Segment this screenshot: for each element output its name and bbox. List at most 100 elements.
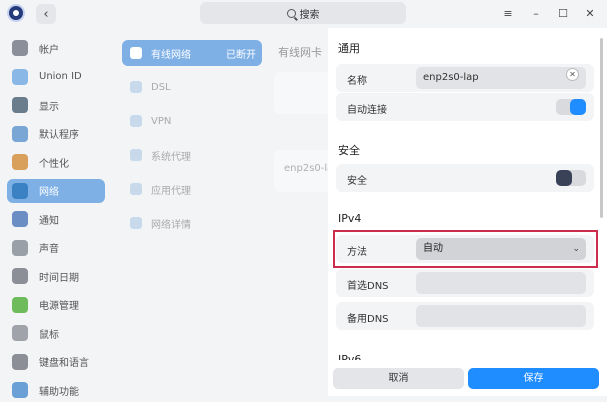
sidebar-item-label: 键盘和语言 [39, 358, 89, 369]
system-proxy-icon [130, 149, 142, 161]
sidebar-item[interactable]: 时间日期 [7, 264, 105, 288]
network-item[interactable]: 应用代理 [122, 176, 262, 202]
title-bar: ‹ 搜索 ≡ – ☐ ✕ [0, 0, 607, 28]
network-item-label: 系统代理 [151, 151, 191, 163]
security-toggle[interactable] [556, 170, 586, 186]
network-item[interactable]: 网络详情 [122, 210, 262, 236]
search-icon [286, 8, 296, 18]
power-icon [12, 296, 28, 313]
network-item-label: 有线网络 [151, 49, 191, 61]
network-item[interactable]: 有线网络 已断开 [122, 40, 262, 66]
sidebar-item-label: 显示 [39, 101, 59, 113]
sidebar-item-label: 电源管理 [39, 301, 79, 312]
sidebar-item-label: 时间日期 [39, 272, 79, 284]
maximize-icon: ☐ [558, 6, 568, 20]
autoconnect-label: 自动连接 [347, 105, 387, 116]
scrollbar[interactable] [600, 38, 603, 218]
sidebar-item-label: 网络 [39, 187, 59, 198]
palette-icon [12, 154, 28, 170]
app-logo-icon [7, 4, 25, 22]
monitor-icon [12, 97, 28, 113]
wired-icon [130, 47, 142, 59]
network-icon [12, 182, 28, 199]
close-icon: ✕ [585, 6, 595, 20]
menu-button[interactable]: ≡ [499, 5, 517, 21]
back-button[interactable]: ‹ [36, 4, 56, 24]
menu-icon: ≡ [503, 6, 513, 20]
maximize-button[interactable]: ☐ [554, 5, 572, 21]
sidebar-item[interactable]: 个性化 [7, 150, 105, 174]
name-input[interactable]: enp2s0-lap [416, 67, 586, 89]
sidebar-item-label: 声音 [39, 244, 59, 255]
dns1-input[interactable] [416, 272, 586, 294]
settings-sidebar: 帐户 Union ID 显示默认程序个性化网络通知声音时间日期电源管理鼠标键盘和语言… [0, 32, 112, 398]
sidebar-item[interactable]: 默认程序 [7, 122, 105, 146]
security-label: 安全 [347, 176, 367, 187]
network-item-label: VPN [151, 115, 172, 127]
chevron-left-icon: ‹ [43, 6, 49, 22]
name-label: 名称 [347, 76, 367, 87]
dns1-label: 首选DNS [347, 281, 389, 292]
sidebar-item[interactable]: 网络 [7, 178, 105, 203]
wired-title: 有线网卡 [278, 46, 322, 59]
general-section-title: 通用 [338, 42, 360, 55]
network-item[interactable]: DSL [122, 74, 262, 100]
sidebar-item-label: 通知 [39, 215, 59, 227]
sidebar-item[interactable]: 显示 [7, 93, 105, 117]
dns2-label: 备用DNS [347, 314, 389, 325]
dns2-row: 备用DNS [336, 302, 594, 330]
method-highlight-box [333, 230, 598, 268]
name-row: 名称 enp2s0-lap ✕ [336, 64, 594, 92]
mouse-icon [12, 325, 28, 341]
vpn-icon [130, 115, 142, 127]
search-box[interactable]: 搜索 [200, 2, 406, 24]
network-item-label: 应用代理 [151, 185, 191, 197]
toggle-knob [556, 170, 572, 186]
network-item-label: DSL [151, 81, 171, 93]
sidebar-item[interactable]: 电源管理 [7, 293, 105, 317]
sidebar-item[interactable]: 声音 [7, 236, 105, 260]
sidebar-item[interactable]: 帐户 [7, 36, 105, 60]
connection-status: 已断开 [226, 49, 256, 61]
sidebar-item[interactable]: 鼠标 [7, 321, 105, 345]
minimize-button[interactable]: – [527, 5, 545, 21]
network-item-label: 网络详情 [151, 219, 191, 231]
default-apps-icon [12, 125, 28, 142]
dns2-input[interactable] [416, 305, 586, 327]
save-button[interactable]: 保存 [468, 368, 599, 389]
autoconnect-row: 自动连接 [336, 93, 594, 121]
sidebar-item[interactable]: 键盘和语言 [7, 350, 105, 374]
cloud-icon [12, 68, 28, 85]
clock-icon [12, 268, 28, 284]
network-panel: 有线网络 已断开 DSL VPN 系统代理应用代理网络详情 [118, 32, 266, 396]
sidebar-item[interactable]: 通知 [7, 207, 105, 231]
sidebar-item-label: 帐户 [39, 44, 59, 56]
cancel-button[interactable]: 取消 [333, 368, 464, 389]
keyboard-icon [12, 353, 28, 370]
minimize-icon: – [533, 6, 539, 20]
sidebar-item-label: 辅助功能 [39, 386, 79, 398]
network-item[interactable]: 系统代理 [122, 142, 262, 168]
app-proxy-icon [130, 183, 142, 195]
sidebar-item-label: Union ID [39, 71, 82, 82]
notification-icon [12, 211, 28, 227]
network-details-icon [130, 217, 142, 229]
sidebar-item[interactable]: Union ID [7, 65, 105, 89]
sound-icon [12, 239, 28, 256]
dsl-icon [130, 81, 142, 93]
sidebar-item-label: 鼠标 [39, 329, 59, 341]
close-button[interactable]: ✕ [581, 5, 599, 21]
user-icon [12, 40, 28, 56]
connection-settings-panel: 通用 名称 enp2s0-lap ✕ 自动连接 安全 安全 IPv4 方法 自动… [328, 28, 607, 396]
security-section-title: 安全 [338, 144, 360, 157]
clear-icon[interactable]: ✕ [566, 68, 579, 81]
ipv6-section-title: IPv6 [338, 353, 362, 360]
dialog-footer: 取消 保存 [328, 360, 607, 396]
network-item[interactable]: VPN [122, 108, 262, 134]
sidebar-item[interactable]: 辅助功能 [7, 378, 105, 402]
autoconnect-toggle[interactable] [556, 99, 586, 115]
sidebar-item-label: 个性化 [39, 158, 69, 170]
security-row: 安全 [336, 164, 594, 192]
wired-device-name: enp2s0-la [284, 163, 334, 174]
ipv4-section-title: IPv4 [338, 212, 362, 225]
